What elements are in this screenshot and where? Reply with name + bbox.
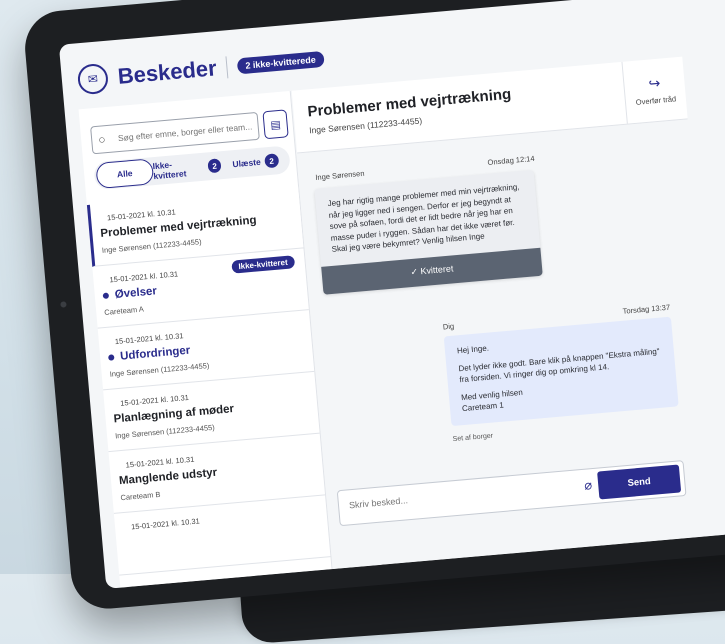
thread-subtitle: Inge Sørensen (112233-4455) xyxy=(109,361,210,379)
forward-icon: ↪ xyxy=(647,74,661,92)
thread-subtitle: Inge Sørensen (112233-4455) xyxy=(114,422,216,441)
thread-subtitle: Careteam A xyxy=(103,304,145,317)
thread-title-text: Øvelser xyxy=(114,285,158,301)
filter-segmented-control: Alle Ikke-kvitteret 2 Ulæste 2 xyxy=(93,145,291,191)
incoming-message: Jeg har rigtig mange problemer med min v… xyxy=(314,170,543,295)
thread-date: 15-01-2021 kl. 10.31 xyxy=(106,207,177,223)
filter-unack-count: 2 xyxy=(207,158,222,174)
thread-list: 15-01-2021 kl. 10.31 Problemer med vejrt… xyxy=(86,186,331,576)
forward-label: Overfør tråd xyxy=(635,94,677,107)
filter-all-label: Alle xyxy=(116,167,133,180)
seen-status: Set af borger xyxy=(452,432,494,444)
incoming-time: Onsdag 12:14 xyxy=(487,153,535,167)
forward-thread-button[interactable]: ↪ Overfør tråd xyxy=(621,56,688,124)
thread-title: Udfordringer xyxy=(108,345,191,364)
page-title: Beskeder xyxy=(116,55,218,89)
filter-all[interactable]: Alle xyxy=(95,158,155,190)
thread-title: Manglende udstyr xyxy=(118,466,218,488)
calendar-icon: ▤ xyxy=(269,118,282,132)
filter-unacknowledged[interactable]: Ikke-kvitteret 2 xyxy=(152,155,222,181)
thread-date: 15-01-2021 kl. 10.31 xyxy=(125,454,195,470)
message-composer: ⌀ Send xyxy=(336,460,687,527)
unacknowledged-badge: 2 ikke-kvitterede xyxy=(236,50,325,75)
filter-unread-count: 2 xyxy=(264,153,280,169)
outgoing-time: Torsdag 13:37 xyxy=(622,302,671,316)
thread-sidebar: ○ ▤ Alle Ikke-kvitteret 2 Ulæste 2 xyxy=(78,90,333,588)
filter-unread[interactable]: Ulæste 2 xyxy=(221,152,291,172)
outgoing-message: Hej Inge. Det lyder ikke godt. Bare klik… xyxy=(443,316,679,426)
filter-unack-label: Ikke-kvitteret xyxy=(152,159,187,182)
filter-unread-label: Ulæste xyxy=(232,156,262,170)
thread-date: 15-01-2021 kl. 10.31 xyxy=(114,331,184,347)
message-input[interactable] xyxy=(346,480,571,512)
message-icon: ✉ xyxy=(76,62,110,96)
unread-dot xyxy=(102,292,110,299)
thread-title: Øvelser xyxy=(102,285,157,302)
conversation-title: Problemer med vejrtrækning xyxy=(306,85,512,121)
incoming-sender: Inge Sørensen xyxy=(314,168,365,183)
tablet-frame: ✉ Beskeder 2 ikke-kvitterede ○ ▤ Alle Ik… xyxy=(22,0,725,612)
thread-title-text: Udfordringer xyxy=(119,344,191,363)
unacknowledged-status-badge: Ikke-kvitteret xyxy=(230,255,296,274)
header-divider xyxy=(225,56,229,79)
thread-date: 15-01-2021 kl. 10.31 xyxy=(119,392,190,408)
search-icon: ○ xyxy=(97,132,107,147)
thread-subtitle: Inge Sørensen (112233-4455) xyxy=(101,237,202,255)
conversation-pane: Problemer med vejrtrækning Inge Sørensen… xyxy=(291,56,725,569)
app-screen: ✉ Beskeder 2 ikke-kvitterede ○ ▤ Alle Ik… xyxy=(58,0,725,589)
unread-dot xyxy=(108,354,115,361)
thread-date: 15-01-2021 kl. 10.31 xyxy=(109,269,179,285)
outgoing-sender: Dig xyxy=(442,321,455,332)
thread-subtitle: Careteam B xyxy=(120,489,161,503)
calendar-button[interactable]: ▤ xyxy=(262,109,289,140)
camera xyxy=(60,301,67,308)
thread-date: 15-01-2021 kl. 10.31 xyxy=(130,516,201,532)
send-button[interactable]: Send xyxy=(597,464,682,500)
app-header: ✉ Beskeder 2 ikke-kvitterede xyxy=(76,44,325,96)
conversation-header: Problemer med vejrtrækning Inge Sørensen… xyxy=(291,56,688,154)
attachment-icon[interactable]: ⌀ xyxy=(584,477,593,494)
search-box: ○ xyxy=(90,111,260,155)
search-input[interactable] xyxy=(115,119,259,145)
